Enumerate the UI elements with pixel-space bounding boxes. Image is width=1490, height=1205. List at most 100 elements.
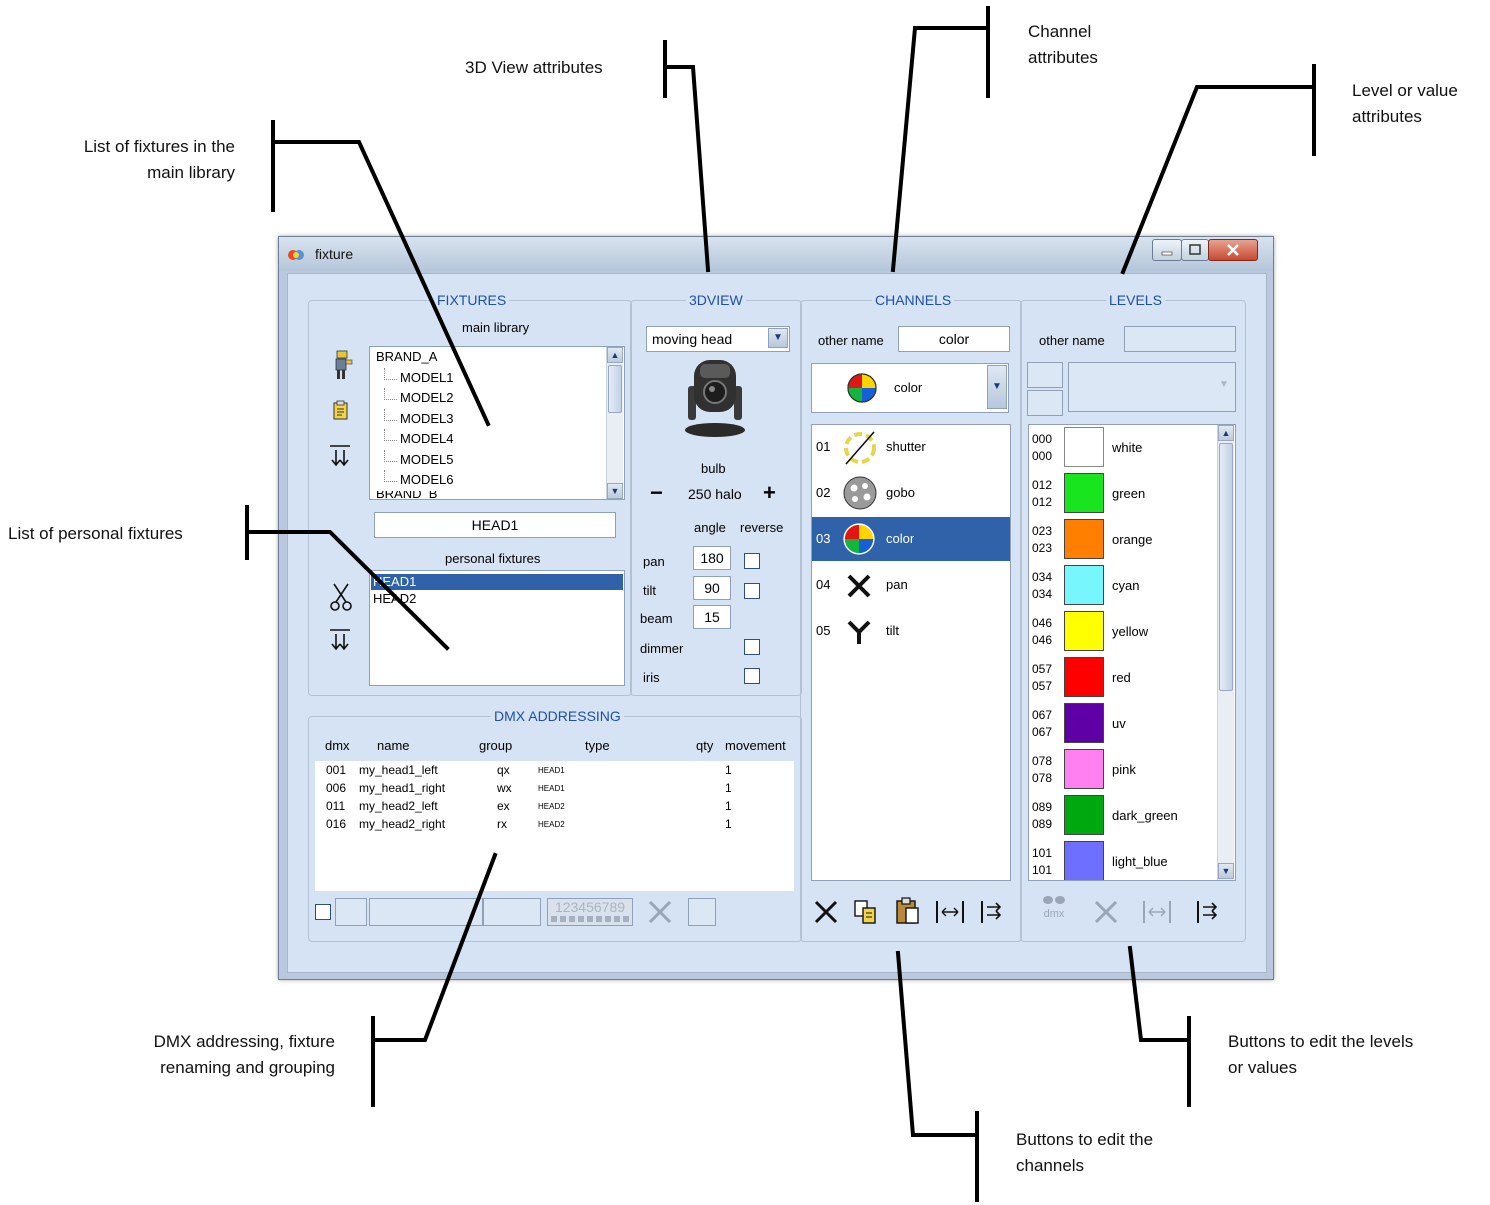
maximize-button[interactable] (1181, 239, 1209, 261)
list-item[interactable]: 089 089 dark_green (1029, 793, 1217, 839)
pan-reverse-checkbox[interactable] (744, 553, 760, 569)
delete-level-icon[interactable] (1092, 899, 1120, 925)
bulb-plus-button[interactable]: + (763, 480, 776, 506)
tree-model[interactable]: MODEL3 (376, 408, 453, 430)
list-item[interactable]: 078 078 pink (1029, 747, 1217, 793)
list-item[interactable]: 023 023 orange (1029, 517, 1217, 563)
channel-other-name-input[interactable]: color (898, 326, 1010, 352)
insert-channel-icon[interactable] (934, 898, 966, 926)
list-item-selected[interactable]: 03 color (812, 517, 1010, 561)
insert-level-icon[interactable] (1141, 898, 1173, 926)
channel-list[interactable]: 01 shutter 02 gobo 03 color 04 pan 05 ti… (811, 424, 1011, 881)
tree-model[interactable]: MODEL4 (376, 429, 453, 450)
bulb-minus-button[interactable]: − (650, 480, 663, 506)
callout-line: Level or value (1352, 81, 1458, 100)
delete-channel-icon[interactable] (813, 899, 839, 925)
pan-angle-input[interactable]: 180 (693, 546, 731, 570)
list-item[interactable]: 101 101 light_blue (1029, 839, 1217, 880)
bulb-label: bulb (701, 461, 726, 476)
fixture-type-select[interactable]: moving head ▼ (646, 326, 790, 352)
iris-checkbox[interactable] (744, 668, 760, 684)
list-item[interactable]: 05 tilt (812, 609, 1010, 653)
list-item[interactable]: 02 gobo (812, 471, 1010, 515)
tree-model-label: MODEL1 (400, 369, 454, 385)
chevron-down-icon[interactable]: ▼ (768, 328, 788, 348)
minimize-button[interactable] (1152, 239, 1182, 261)
tree-model[interactable]: MODEL2 (376, 388, 453, 409)
main-library-tree[interactable]: BRAND_A MODEL1 MODEL2 MODEL3 MODEL4 MODE… (369, 346, 625, 500)
list-item[interactable]: 04 pan (812, 563, 1010, 607)
title-bar[interactable]: fixture (279, 237, 1273, 271)
list-item[interactable]: HEAD2 (373, 591, 416, 607)
callout-dmx-addressing: DMX addressing, fixture renaming and gro… (80, 1029, 335, 1081)
paste-channel-icon[interactable] (894, 896, 922, 926)
table-row[interactable]: 006 my_head1_right wx HEAD1 1 (316, 781, 793, 799)
tree-model[interactable]: MODEL5 (376, 449, 453, 471)
scroll-up-icon[interactable]: ▲ (607, 347, 623, 363)
scroll-up-icon[interactable]: ▲ (1218, 425, 1234, 441)
fixture-name-input[interactable]: HEAD1 (374, 512, 616, 538)
level-other-name-input[interactable] (1124, 326, 1236, 352)
channel-type-value: color (894, 380, 923, 395)
append-level-icon[interactable] (1194, 898, 1222, 926)
color-swatch (1064, 473, 1104, 513)
scissors-icon[interactable] (329, 582, 353, 612)
color-wheel-icon (843, 523, 875, 555)
reverse-column-label: reverse (740, 520, 784, 535)
list-item[interactable]: 01 shutter (812, 425, 1010, 469)
scroll-down-icon[interactable]: ▼ (607, 483, 623, 499)
list-item[interactable]: 034 034 cyan (1029, 563, 1217, 609)
list-item[interactable]: 046 046 yellow (1029, 609, 1217, 655)
dmx-digits-button[interactable]: 123456789 (547, 898, 633, 926)
delete-fixture-icon[interactable] (646, 899, 674, 925)
chevron-down-icon[interactable]: ▼ (987, 365, 1007, 409)
callout-line: Buttons to edit the (1016, 1130, 1154, 1149)
tree-brand[interactable]: BRAND_A (376, 347, 453, 368)
scroll-thumb[interactable] (608, 365, 622, 413)
dmx-extra-input[interactable] (688, 898, 716, 926)
window-title: fixture (315, 246, 354, 262)
list-item[interactable]: 012 012 green (1029, 471, 1217, 517)
level-to-input[interactable] (1027, 390, 1063, 416)
personal-fixtures-list[interactable]: HEAD1 HEAD2 (369, 570, 625, 686)
tree-model[interactable]: MODEL1 (376, 367, 454, 389)
callout-channel-attributes: Channel attributes (1028, 19, 1098, 71)
level-from-input[interactable] (1027, 362, 1063, 388)
tree-model[interactable]: MODEL6 (376, 470, 453, 491)
level-to: 089 (1032, 817, 1053, 831)
dmx-table[interactable]: 001 my_head1_left qx HEAD1 1 006 my_head… (315, 761, 794, 891)
document-icon[interactable] (332, 400, 350, 420)
list-item[interactable]: 067 067 uv (1029, 701, 1217, 747)
list-item[interactable]: 057 057 red (1029, 655, 1217, 701)
dmx-select-all-checkbox[interactable] (315, 904, 331, 920)
chevron-down-icon[interactable]: ▼ (1214, 364, 1234, 408)
scroll-down-icon[interactable]: ▼ (1218, 863, 1234, 879)
level-scrollbar[interactable]: ▲ ▼ (1217, 425, 1234, 880)
move-down-icon[interactable] (328, 628, 352, 652)
table-row[interactable]: 011 my_head2_left ex HEAD2 1 (316, 799, 793, 817)
copy-channel-icon[interactable] (852, 898, 880, 926)
dimmer-checkbox[interactable] (744, 639, 760, 655)
dmx-name-input[interactable] (369, 898, 483, 926)
dmx-group-input[interactable] (483, 898, 541, 926)
tilt-reverse-checkbox[interactable] (744, 583, 760, 599)
list-item-selected[interactable]: HEAD1 (371, 574, 623, 590)
channel-type-select[interactable]: color ▼ (811, 363, 1009, 413)
table-row[interactable]: 001 my_head1_left qx HEAD1 1 (316, 763, 793, 781)
level-type-select[interactable]: ▼ (1068, 362, 1236, 412)
list-item[interactable]: 000 000 white (1029, 425, 1217, 471)
move-down-icon[interactable] (328, 444, 352, 468)
table-row[interactable]: 016 my_head2_right rx HEAD2 1 (316, 817, 793, 835)
tree-scrollbar[interactable]: ▲ ▼ (606, 347, 623, 499)
fixture-figure-icon[interactable] (330, 350, 354, 380)
scroll-thumb[interactable] (1219, 443, 1233, 691)
dmx-address-input[interactable] (335, 898, 367, 926)
channel-name: pan (886, 577, 908, 592)
append-channel-icon[interactable] (978, 898, 1006, 926)
dmx-button[interactable]: dmx (1039, 894, 1069, 928)
tree-brand-partial[interactable]: BRAND_B (376, 491, 437, 499)
close-button[interactable] (1208, 239, 1258, 261)
level-list[interactable]: 000 000 white 012 012 green 023 023 oran… (1028, 424, 1236, 881)
beam-angle-input[interactable]: 15 (693, 605, 731, 629)
tilt-angle-input[interactable]: 90 (693, 576, 731, 600)
